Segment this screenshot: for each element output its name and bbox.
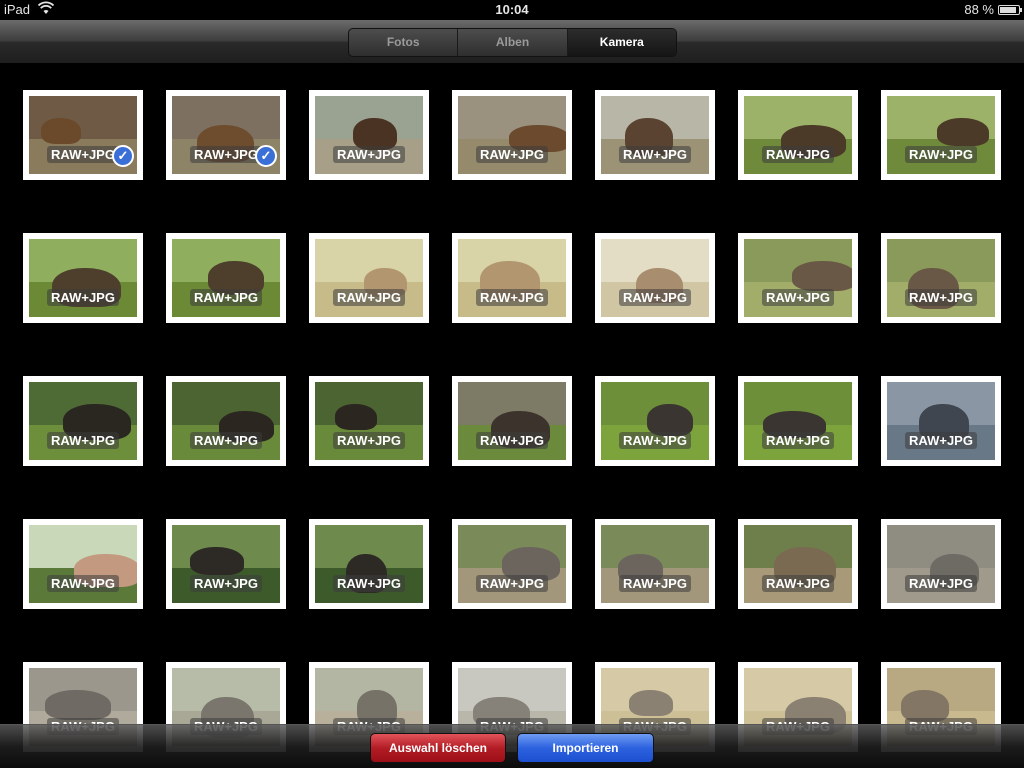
photo-thumbnail[interactable]: RAW+JPG: [309, 519, 429, 609]
raw-jpg-badge: RAW+JPG: [23, 289, 143, 306]
raw-jpg-badge: RAW+JPG: [309, 146, 429, 163]
raw-jpg-badge: RAW+JPG: [309, 575, 429, 592]
photo-thumbnail[interactable]: RAW+JPG: [881, 376, 1001, 466]
photo-thumbnail[interactable]: RAW+JPG: [309, 90, 429, 180]
photo-thumbnail[interactable]: RAW+JPG: [309, 233, 429, 323]
import-button[interactable]: Importieren: [517, 733, 654, 763]
photo-thumbnail[interactable]: RAW+JPG: [166, 233, 286, 323]
photo-thumbnail[interactable]: RAW+JPG: [452, 90, 572, 180]
delete-selection-button[interactable]: Auswahl löschen: [370, 733, 506, 763]
photo-thumbnail[interactable]: RAW+JPG: [166, 376, 286, 466]
photo-thumbnail[interactable]: RAW+JPG: [738, 90, 858, 180]
raw-jpg-badge: RAW+JPG: [738, 432, 858, 449]
photo-thumbnail[interactable]: RAW+JPG: [23, 376, 143, 466]
photo-thumbnail[interactable]: RAW+JPG: [738, 519, 858, 609]
raw-jpg-badge: RAW+JPG: [166, 575, 286, 592]
raw-jpg-badge: RAW+JPG: [166, 432, 286, 449]
tab-alben[interactable]: Alben: [458, 29, 568, 56]
raw-jpg-badge: RAW+JPG: [309, 432, 429, 449]
checkmark-icon: ✓: [255, 145, 277, 167]
photo-thumbnail[interactable]: RAW+JPG: [452, 519, 572, 609]
raw-jpg-badge: RAW+JPG: [166, 289, 286, 306]
raw-jpg-badge: RAW+JPG: [881, 289, 1001, 306]
raw-jpg-badge: RAW+JPG: [738, 289, 858, 306]
raw-jpg-badge: RAW+JPG: [595, 289, 715, 306]
tab-fotos[interactable]: Fotos: [349, 29, 459, 56]
photo-grid: RAW+JPG ✓ RAW+JPG ✓ RAW+JPG RAW+JPG RAW+JPG RAW…: [0, 65, 1024, 768]
photo-thumbnail[interactable]: RAW+JPG: [595, 233, 715, 323]
raw-jpg-badge: RAW+JPG: [738, 146, 858, 163]
raw-jpg-badge: RAW+JPG: [23, 432, 143, 449]
raw-jpg-badge: RAW+JPG: [881, 146, 1001, 163]
battery-percentage: 88 %: [964, 2, 994, 17]
photo-thumbnail[interactable]: RAW+JPG: [881, 233, 1001, 323]
raw-jpg-badge: RAW+JPG: [595, 146, 715, 163]
photo-thumbnail[interactable]: RAW+JPG: [738, 376, 858, 466]
photo-thumbnail[interactable]: RAW+JPG: [595, 376, 715, 466]
raw-jpg-badge: RAW+JPG: [23, 575, 143, 592]
tab-kamera[interactable]: Kamera: [567, 29, 676, 56]
photo-thumbnail[interactable]: RAW+JPG: [23, 233, 143, 323]
raw-jpg-badge: RAW+JPG: [309, 289, 429, 306]
raw-jpg-badge: RAW+JPG: [452, 432, 572, 449]
battery-icon: [998, 5, 1022, 15]
clock: 10:04: [495, 2, 529, 17]
photo-thumbnail[interactable]: RAW+JPG ✓: [166, 90, 286, 180]
raw-jpg-badge: RAW+JPG: [881, 432, 1001, 449]
photo-thumbnail[interactable]: RAW+JPG: [166, 519, 286, 609]
status-bar: iPad 10:04 88 %: [0, 0, 1024, 20]
raw-jpg-badge: RAW+JPG: [452, 146, 572, 163]
photo-thumbnail[interactable]: RAW+JPG: [595, 90, 715, 180]
raw-jpg-badge: RAW+JPG: [452, 575, 572, 592]
photo-thumbnail[interactable]: RAW+JPG: [881, 90, 1001, 180]
top-toolbar: Fotos Alben Kamera: [0, 20, 1024, 64]
photo-thumbnail[interactable]: RAW+JPG: [738, 233, 858, 323]
photo-thumbnail[interactable]: RAW+JPG: [595, 519, 715, 609]
photo-thumbnail[interactable]: RAW+JPG: [881, 519, 1001, 609]
raw-jpg-badge: RAW+JPG: [881, 575, 1001, 592]
photo-thumbnail[interactable]: RAW+JPG: [452, 376, 572, 466]
photo-thumbnail[interactable]: RAW+JPG ✓: [23, 90, 143, 180]
raw-jpg-badge: RAW+JPG: [595, 432, 715, 449]
photo-thumbnail[interactable]: RAW+JPG: [23, 519, 143, 609]
photo-thumbnail[interactable]: RAW+JPG: [452, 233, 572, 323]
source-segmented-control: Fotos Alben Kamera: [348, 28, 677, 57]
checkmark-icon: ✓: [112, 145, 134, 167]
raw-jpg-badge: RAW+JPG: [595, 575, 715, 592]
photo-thumbnail[interactable]: RAW+JPG: [309, 376, 429, 466]
bottom-toolbar: Auswahl löschen Importieren: [0, 724, 1024, 768]
raw-jpg-badge: RAW+JPG: [452, 289, 572, 306]
raw-jpg-badge: RAW+JPG: [738, 575, 858, 592]
